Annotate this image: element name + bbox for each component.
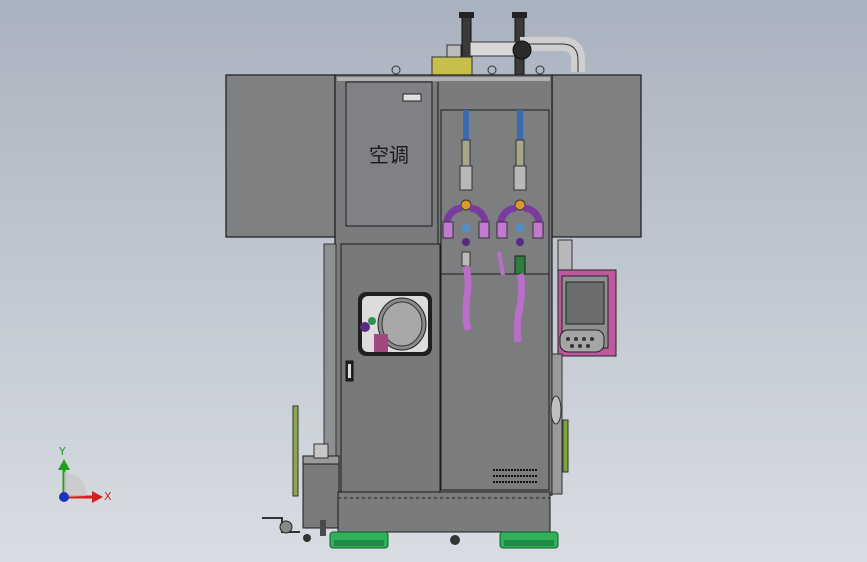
- y-axis-label: Y: [58, 445, 66, 458]
- coordinate-triad[interactable]: Y X: [58, 445, 112, 503]
- ac-label: 空调: [369, 143, 409, 167]
- right-lower-panel: [440, 273, 550, 491]
- right-side-pipes: [550, 353, 569, 495]
- control-box: [557, 239, 617, 357]
- left-side-equipment: [262, 243, 340, 542]
- nameplate: [402, 93, 422, 102]
- cad-viewport[interactable]: 空调 Y X: [0, 0, 867, 562]
- z-axis-origin: [59, 492, 69, 502]
- x-axis-label: X: [104, 490, 112, 503]
- exhaust-pipes: [391, 12, 585, 77]
- lower-left-door[interactable]: [340, 243, 441, 493]
- leveling-feet: [329, 531, 559, 549]
- inspection-window: [358, 292, 432, 356]
- right-side-panel: [551, 74, 642, 238]
- left-side-panel: [225, 74, 336, 238]
